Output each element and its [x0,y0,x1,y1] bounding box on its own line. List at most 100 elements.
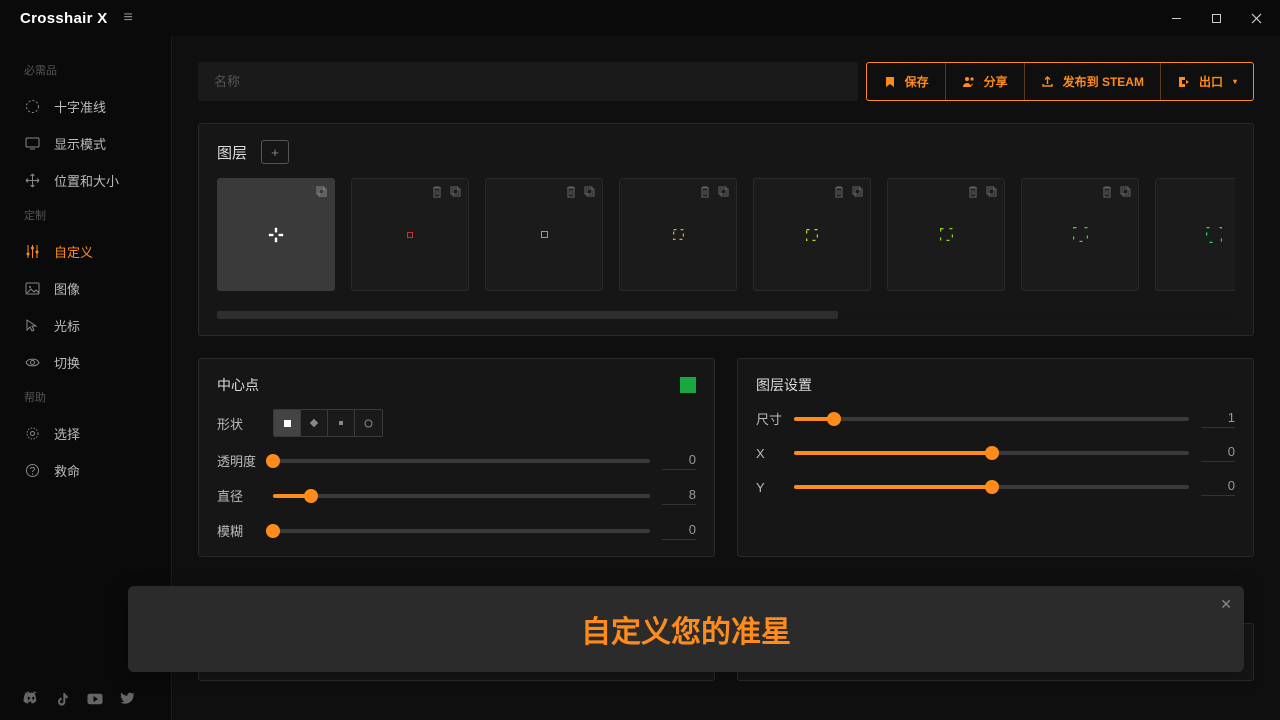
discord-icon[interactable] [22,690,40,708]
y-label: Y [756,480,782,495]
shape-diamond-button[interactable] [301,410,328,436]
copy-icon[interactable] [449,185,462,201]
sidebar-item-cursor[interactable]: 光标 [0,307,171,344]
layer-settings-panel: 图层设置 尺寸 1 X 0 Y 0 [737,358,1254,557]
sidebar-section-help: 帮助 [0,381,171,415]
x-slider[interactable] [794,451,1189,455]
y-slider[interactable] [794,485,1189,489]
sliders-icon [24,244,40,260]
shape-label: 形状 [217,414,261,433]
trash-icon[interactable] [431,185,443,201]
save-button[interactable]: 保存 [867,63,946,100]
layer-list [217,178,1235,303]
sidebar-item-label: 显示模式 [54,134,106,153]
layer-card[interactable] [485,178,603,291]
trash-icon[interactable] [967,185,979,201]
image-icon [24,281,40,297]
sidebar-item-customize[interactable]: 自定义 [0,233,171,270]
crosshair-icon [24,99,40,115]
trash-icon[interactable] [565,185,577,201]
diameter-slider[interactable] [273,494,650,498]
layer-scrollbar[interactable] [217,311,1235,319]
trash-icon[interactable] [833,185,845,201]
move-icon [24,173,40,189]
crosshair-preview-icon [267,226,285,244]
shape-circle-button[interactable] [355,410,382,436]
color-swatch[interactable] [680,377,696,393]
sidebar-item-position[interactable]: 位置和大小 [0,162,171,199]
size-label: 尺寸 [756,409,782,428]
shape-square-button[interactable] [274,410,301,436]
opacity-label: 透明度 [217,451,261,470]
sidebar-item-label: 位置和大小 [54,171,119,190]
gear-icon [24,426,40,442]
app-title: Crosshair X [20,10,108,27]
minimize-button[interactable] [1156,0,1196,36]
layer-card[interactable] [1155,178,1235,291]
copy-icon[interactable] [315,185,328,201]
sidebar-item-image[interactable]: 图像 [0,270,171,307]
blur-label: 模糊 [217,521,261,540]
layer-card[interactable] [351,178,469,291]
social-links [0,678,171,720]
maximize-button[interactable] [1196,0,1236,36]
sidebar-section-custom: 定制 [0,199,171,233]
help-icon [24,463,40,479]
layer-card[interactable] [619,178,737,291]
layers-panel: 图层 + [198,123,1254,336]
copy-icon[interactable] [717,185,730,201]
copy-icon[interactable] [985,185,998,201]
youtube-icon[interactable] [86,690,104,708]
size-value[interactable]: 1 [1201,410,1235,428]
publish-button[interactable]: 发布到 STEAM [1025,63,1161,100]
crosshair-name-input[interactable] [198,62,858,101]
center-point-panel: 中心点 形状 透明度 0 [198,358,715,557]
sidebar-item-help[interactable]: 救命 [0,452,171,489]
banner-close-button[interactable]: ✕ [1220,596,1232,613]
sidebar-item-label: 救命 [54,461,80,480]
diameter-value[interactable]: 8 [662,487,696,505]
cursor-icon [24,318,40,334]
sidebar-item-toggle[interactable]: 切换 [0,344,171,381]
banner-text: 自定义您的准星 [581,607,791,651]
layer-card[interactable] [217,178,335,291]
eye-icon [24,355,40,371]
titlebar: Crosshair X ≡ [0,0,1280,36]
shape-dot-button[interactable] [328,410,355,436]
add-layer-button[interactable]: + [261,140,289,164]
diameter-label: 直径 [217,486,261,505]
sidebar-item-label: 自定义 [54,242,93,261]
layer-card[interactable] [1021,178,1139,291]
sidebar-item-display[interactable]: 显示模式 [0,125,171,162]
export-button[interactable]: 出口▾ [1161,63,1253,100]
blur-value[interactable]: 0 [662,522,696,540]
blur-slider[interactable] [273,529,650,533]
sidebar-item-select[interactable]: 选择 [0,415,171,452]
copy-icon[interactable] [1119,185,1132,201]
layer-card[interactable] [753,178,871,291]
close-button[interactable] [1236,0,1276,36]
sidebar-item-label: 十字准线 [54,97,106,116]
opacity-value[interactable]: 0 [662,452,696,470]
y-value[interactable]: 0 [1201,478,1235,496]
opacity-slider[interactable] [273,459,650,463]
layer-card[interactable] [887,178,1005,291]
twitter-icon[interactable] [118,690,136,708]
copy-icon[interactable] [851,185,864,201]
sidebar-item-label: 切换 [54,353,80,372]
sidebar-item-label: 选择 [54,424,80,443]
tiktok-icon[interactable] [54,690,72,708]
copy-icon[interactable] [583,185,596,201]
action-button-group: 保存 分享 发布到 STEAM 出口▾ [866,62,1254,101]
sidebar-item-label: 光标 [54,316,80,335]
shape-segmented-control [273,409,383,437]
size-slider[interactable] [794,417,1189,421]
share-button[interactable]: 分享 [946,63,1025,100]
menu-icon[interactable]: ≡ [124,9,133,27]
bookmark-icon [883,75,897,89]
trash-icon[interactable] [699,185,711,201]
trash-icon[interactable] [1101,185,1113,201]
sidebar-item-crosshair[interactable]: 十字准线 [0,88,171,125]
x-value[interactable]: 0 [1201,444,1235,462]
upload-icon [1041,75,1055,89]
